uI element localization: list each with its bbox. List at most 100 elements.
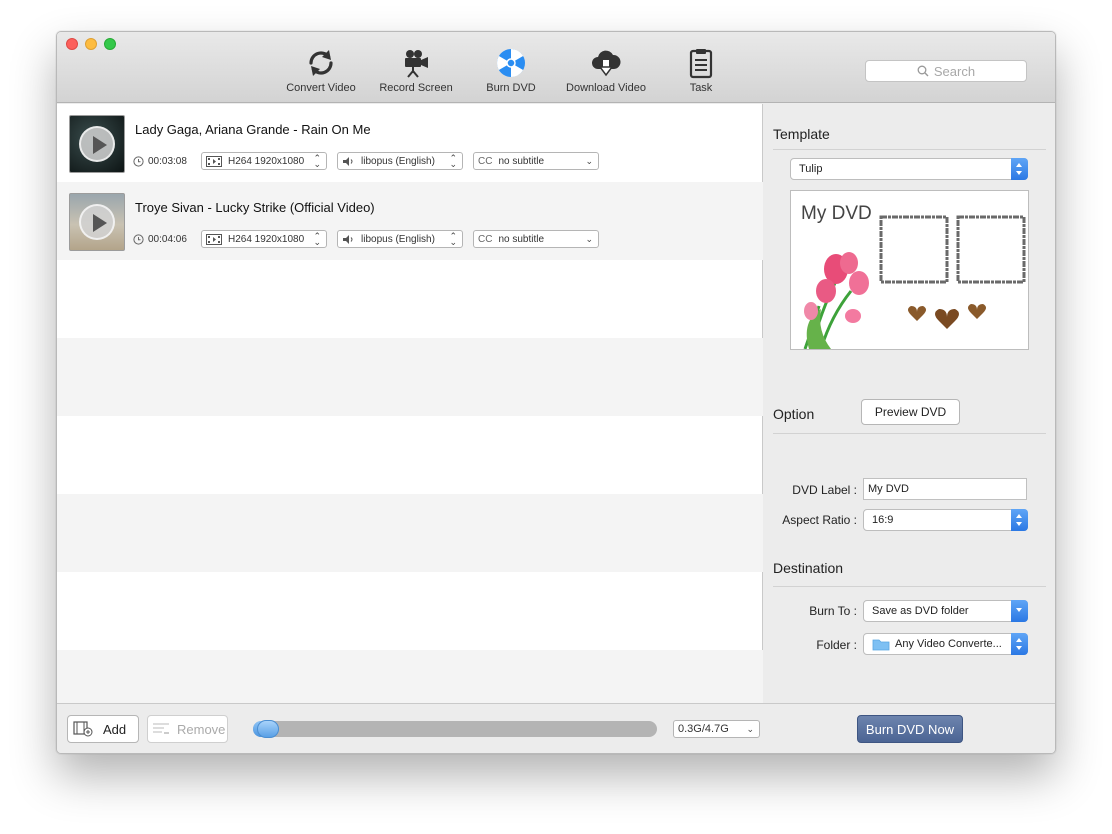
- subtitle-value: no subtitle: [498, 233, 545, 245]
- duration: 00:04:06: [133, 230, 187, 248]
- stepper-icon: [1011, 633, 1028, 655]
- stepper-icon: [1011, 158, 1028, 180]
- add-button[interactable]: Add: [67, 715, 139, 743]
- preview-dvd-label: Preview DVD: [874, 405, 947, 419]
- burn-to-value: Save as DVD folder: [872, 605, 969, 617]
- capacity-select[interactable]: 0.3G/4.7G ⌄: [673, 720, 760, 738]
- clipboard-icon: [689, 49, 713, 79]
- audio-track-value: libopus (English): [361, 233, 435, 245]
- audio-track-value: libopus (English): [361, 155, 435, 167]
- app-window: Convert Video Record Screen Burn DVD Dow…: [56, 31, 1056, 754]
- empty-row: [57, 338, 763, 416]
- capacity-handle[interactable]: [257, 720, 279, 738]
- empty-row: [57, 494, 763, 572]
- video-row[interactable]: Troye Sivan - Lucky Strike (Official Vid…: [57, 182, 763, 260]
- audio-track-select[interactable]: libopus (English) ⌃ ⌄: [337, 152, 463, 170]
- burn-to-select[interactable]: Save as DVD folder: [863, 600, 1028, 622]
- remove-list-icon: [153, 723, 169, 734]
- folder-icon: [872, 639, 890, 650]
- disc-icon: [497, 49, 525, 77]
- search-icon: [917, 65, 929, 77]
- preview-dvd-button[interactable]: Preview DVD: [861, 399, 960, 425]
- remove-label: Remove: [177, 721, 226, 737]
- video-format-value: H264 1920x1080: [228, 155, 305, 167]
- remove-button[interactable]: Remove: [147, 715, 228, 743]
- chevron-down-icon: ⌄: [585, 156, 593, 166]
- video-format-select[interactable]: H264 1920x1080 ⌃ ⌄: [201, 152, 327, 170]
- download-video-label: Download Video: [566, 82, 646, 94]
- clock-icon: [133, 155, 144, 167]
- aspect-ratio-value: 16:9: [872, 514, 894, 526]
- add-film-icon: [73, 721, 93, 737]
- burn-dvd-now-label: Burn DVD Now: [865, 721, 955, 737]
- aspect-ratio-caption: Aspect Ratio :: [782, 513, 857, 527]
- burn-dvd-button[interactable]: Burn DVD: [466, 47, 556, 97]
- subtitle-value: no subtitle: [498, 155, 545, 167]
- search-input[interactable]: Search: [865, 60, 1027, 82]
- folder-caption: Folder :: [816, 638, 857, 652]
- empty-row: [57, 260, 763, 338]
- convert-video-label: Convert Video: [286, 82, 356, 94]
- dvd-label-field[interactable]: My DVD: [863, 478, 1027, 500]
- subtitle-select[interactable]: CC no subtitle ⌄: [473, 152, 599, 170]
- video-thumbnail: [69, 115, 125, 173]
- template-heading: Template: [773, 126, 830, 142]
- record-screen-button[interactable]: Record Screen: [371, 47, 461, 97]
- play-icon[interactable]: [79, 126, 115, 162]
- stepper-icon: ⌃ ⌄: [449, 231, 457, 247]
- video-meta: 00:04:06 H264 1920x1080 ⌃ ⌄ libopus (Eng…: [133, 230, 753, 248]
- subtitle-select[interactable]: CC no subtitle ⌄: [473, 230, 599, 248]
- burn-to-caption: Burn To :: [809, 604, 857, 618]
- video-list: Lady Gaga, Ariana Grande - Rain On Me 00…: [57, 104, 763, 703]
- bottom-bar: Add Remove 0.3G/4.7G ⌄ Burn DVD Now: [57, 703, 1055, 753]
- chevron-down-icon: ⌄: [585, 234, 593, 244]
- video-thumbnail: [69, 193, 125, 251]
- burn-dvd-label: Burn DVD: [486, 82, 536, 94]
- stepper-icon: ⌃ ⌄: [313, 231, 321, 247]
- record-screen-label: Record Screen: [379, 82, 453, 94]
- divider: [773, 433, 1046, 434]
- capacity-value: 0.3G/4.7G: [678, 723, 729, 735]
- video-row[interactable]: Lady Gaga, Ariana Grande - Rain On Me 00…: [57, 104, 763, 182]
- clock-icon: [133, 233, 144, 245]
- audio-track-select[interactable]: libopus (English) ⌃ ⌄: [337, 230, 463, 248]
- search-placeholder: Search: [933, 63, 976, 79]
- dvd-label-caption: DVD Label :: [792, 483, 857, 497]
- cc-icon: CC: [478, 155, 493, 167]
- close-window-button[interactable]: [66, 38, 78, 50]
- duration-text: 00:04:06: [148, 233, 187, 245]
- add-label: Add: [103, 721, 127, 737]
- stepper-icon: ⌃ ⌄: [449, 153, 457, 169]
- cc-icon: CC: [478, 233, 493, 245]
- film-icon: [206, 155, 222, 167]
- empty-row: [57, 416, 763, 494]
- play-icon[interactable]: [79, 204, 115, 240]
- burn-dvd-now-button[interactable]: Burn DVD Now: [857, 715, 963, 743]
- video-meta: 00:03:08 H264 1920x1080 ⌃ ⌄ libopus (Eng…: [133, 152, 753, 170]
- disc-capacity-bar: [253, 720, 657, 738]
- template-select-value: Tulip: [799, 163, 823, 175]
- empty-row: [57, 572, 763, 650]
- convert-icon: [309, 50, 333, 76]
- minimize-window-button[interactable]: [85, 38, 97, 50]
- task-button[interactable]: Task: [656, 47, 746, 97]
- tulip-artwork: [803, 215, 1026, 349]
- empty-row: [57, 650, 763, 703]
- video-format-select[interactable]: H264 1920x1080 ⌃ ⌄: [201, 230, 327, 248]
- aspect-ratio-select[interactable]: 16:9: [863, 509, 1028, 531]
- cloud-download-icon: [592, 50, 621, 77]
- template-select[interactable]: Tulip: [790, 158, 1028, 180]
- convert-video-button[interactable]: Convert Video: [276, 47, 366, 97]
- option-heading: Option: [773, 406, 815, 422]
- download-video-button[interactable]: Download Video: [561, 47, 651, 97]
- duration-text: 00:03:08: [148, 155, 187, 167]
- folder-select[interactable]: Any Video Converte...: [863, 633, 1028, 655]
- task-label: Task: [689, 82, 713, 94]
- zoom-window-button[interactable]: [104, 38, 116, 50]
- chevron-down-icon: [1011, 600, 1028, 622]
- divider: [773, 149, 1046, 150]
- divider: [773, 586, 1046, 587]
- video-title: Troye Sivan - Lucky Strike (Official Vid…: [135, 200, 375, 215]
- video-title: Lady Gaga, Ariana Grande - Rain On Me: [135, 122, 371, 137]
- stepper-icon: [1011, 509, 1028, 531]
